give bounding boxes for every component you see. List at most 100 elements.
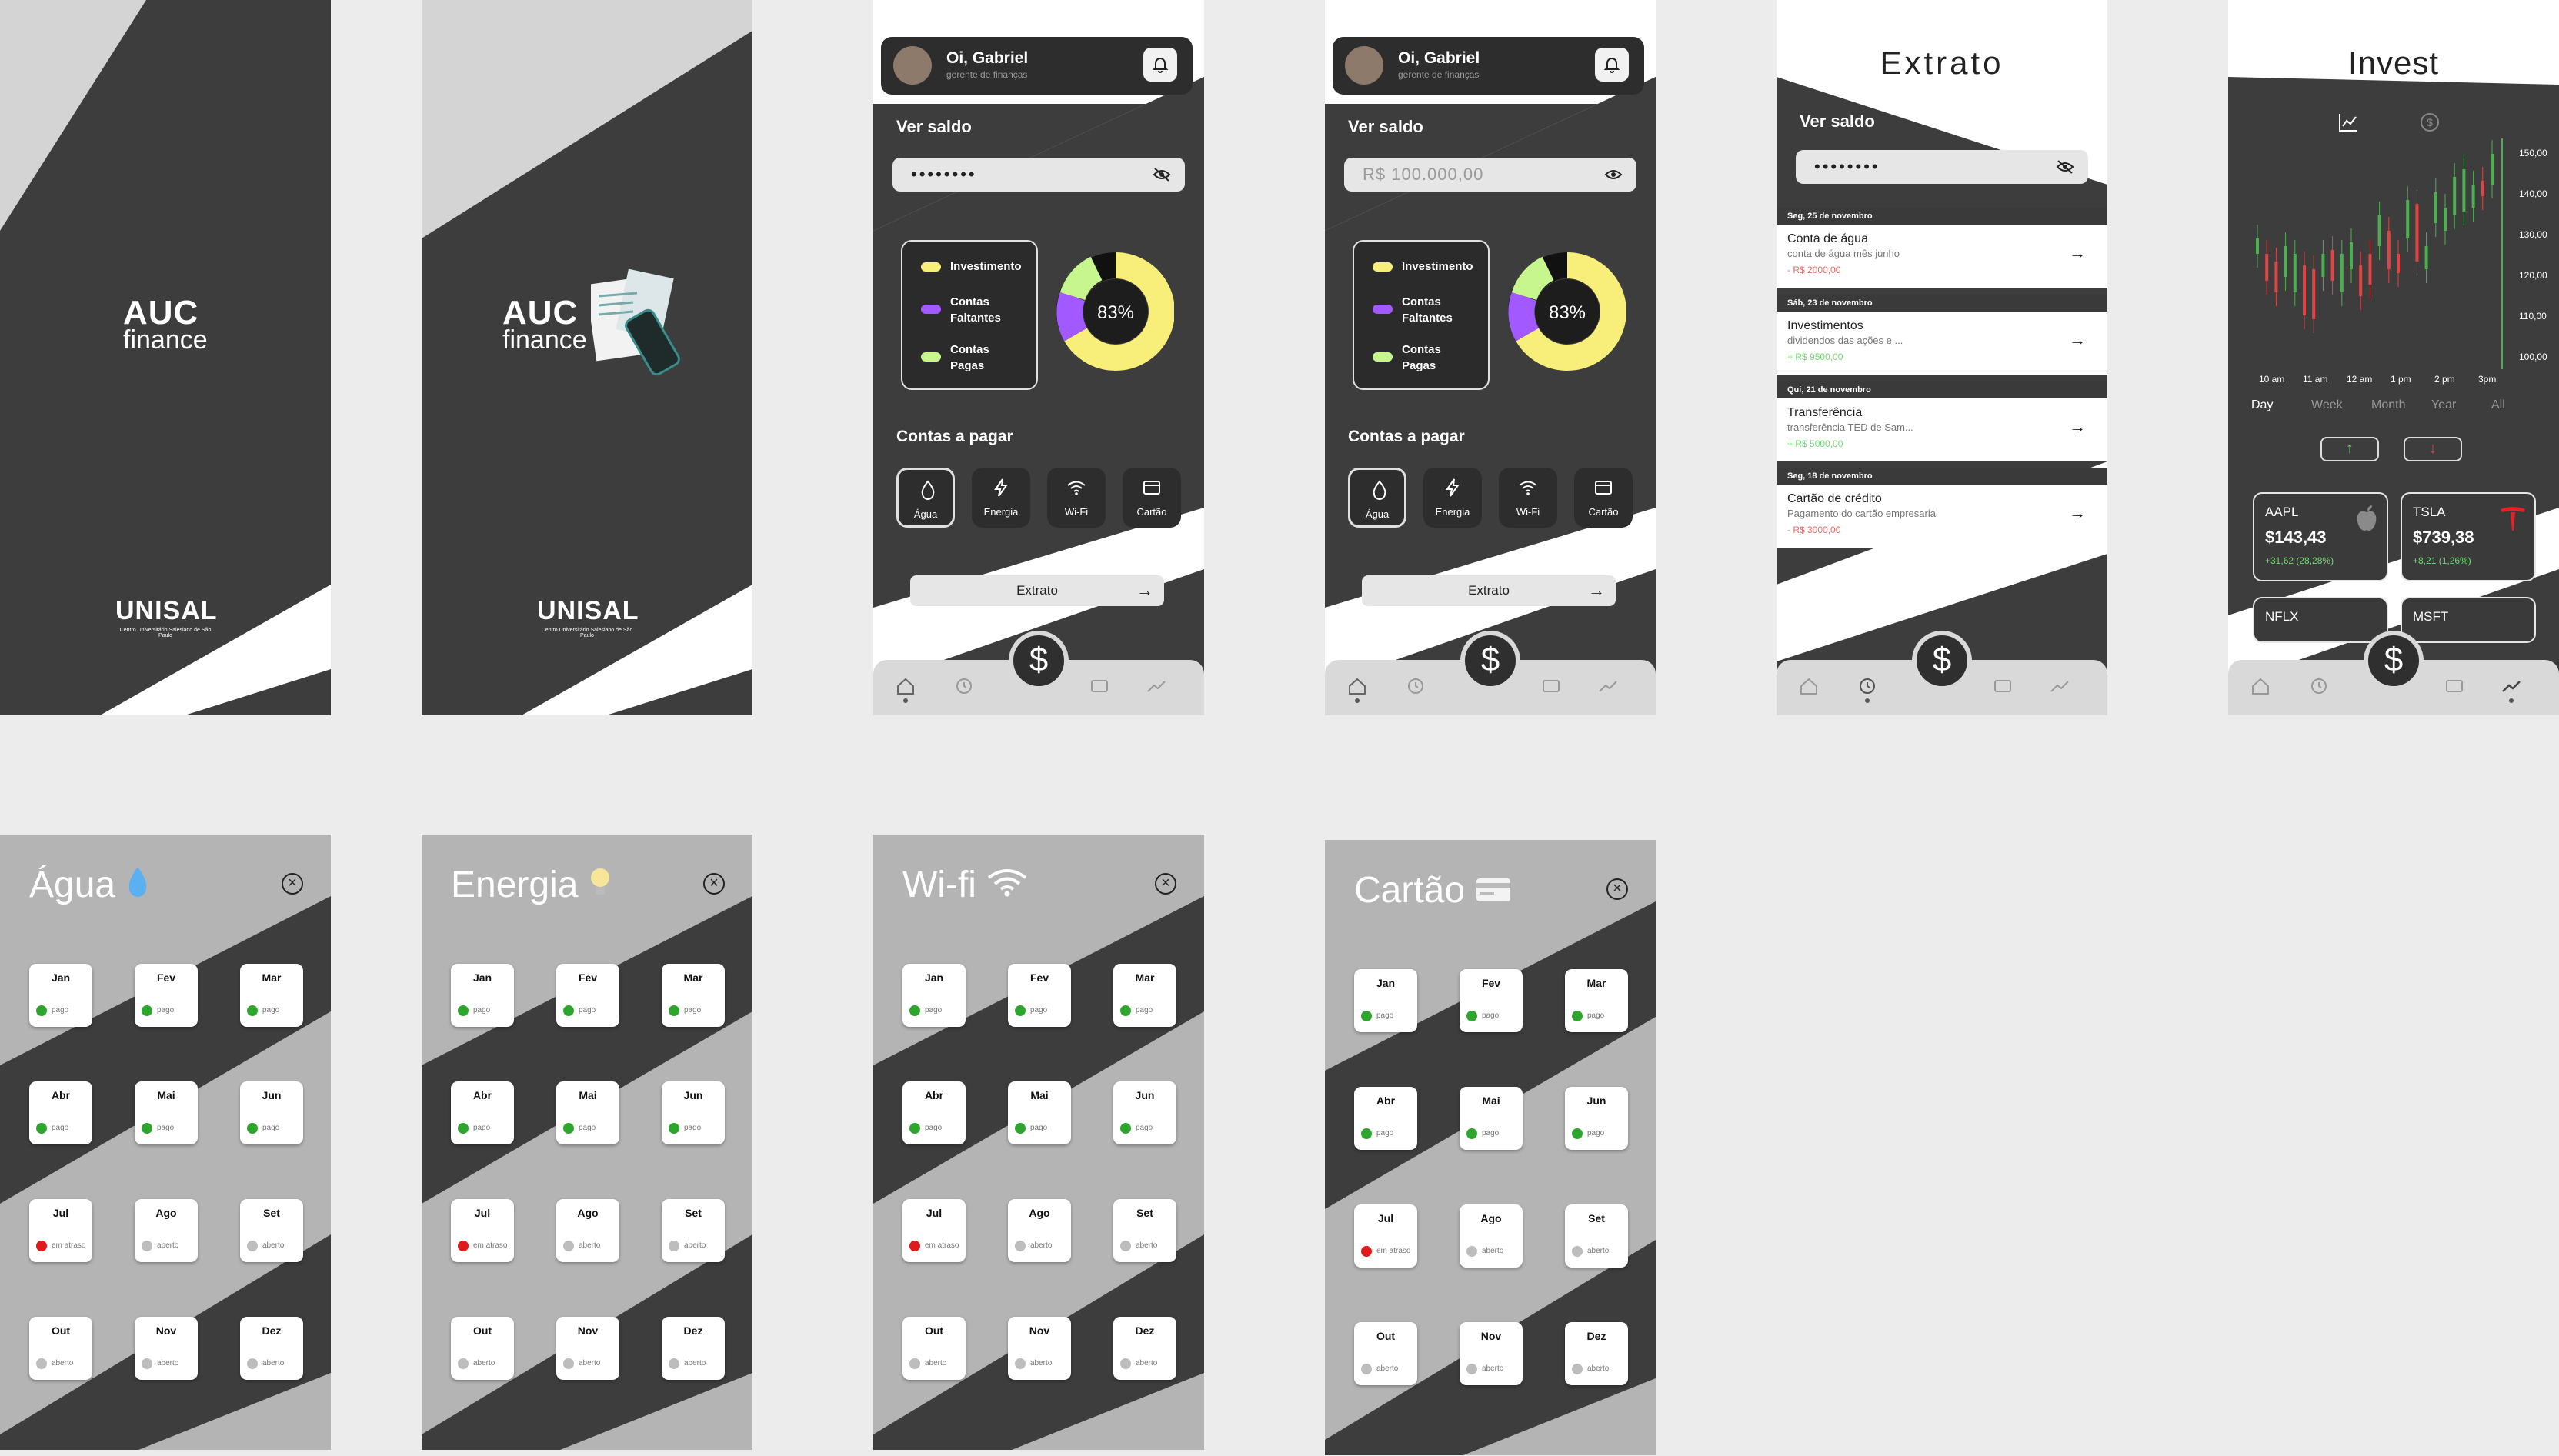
month-card-jun[interactable]: Jun pago — [1113, 1081, 1176, 1144]
balance-field[interactable]: •••••••• — [1796, 150, 2088, 184]
month-card-fev[interactable]: Fev pago — [135, 964, 198, 1027]
balance-field[interactable]: •••••••• — [892, 158, 1185, 192]
trend-icon[interactable] — [2047, 674, 2072, 698]
money-fab-button[interactable]: $ — [1912, 631, 1972, 691]
avatar[interactable] — [893, 46, 932, 85]
stock-card-nflx[interactable]: NFLX — [2253, 597, 2388, 643]
close-button[interactable]: × — [1606, 878, 1628, 900]
month-card-fev[interactable]: Fev pago — [1460, 969, 1523, 1032]
month-card-fev[interactable]: Fev pago — [556, 964, 619, 1027]
wallet-icon[interactable] — [1539, 674, 1563, 698]
month-card-mar[interactable]: Mar pago — [662, 964, 725, 1027]
history-icon[interactable] — [1855, 674, 1880, 698]
month-card-dez[interactable]: Dez aberto — [662, 1317, 725, 1380]
month-card-set[interactable]: Set aberto — [240, 1199, 303, 1262]
month-card-out[interactable]: Out aberto — [451, 1317, 514, 1380]
month-card-mar[interactable]: Mar pago — [1113, 964, 1176, 1027]
month-card-nov[interactable]: Nov aberto — [556, 1317, 619, 1380]
month-card-jul[interactable]: Jul em atraso — [29, 1199, 92, 1262]
month-card-jan[interactable]: Jan pago — [29, 964, 92, 1027]
close-button[interactable]: × — [703, 873, 725, 895]
month-card-out[interactable]: Out aberto — [902, 1317, 966, 1380]
trend-icon[interactable] — [1596, 674, 1620, 698]
month-card-out[interactable]: Out aberto — [29, 1317, 92, 1380]
month-card-ago[interactable]: Ago aberto — [135, 1199, 198, 1262]
month-card-ago[interactable]: Ago aberto — [556, 1199, 619, 1262]
month-card-out[interactable]: Out aberto — [1354, 1322, 1417, 1385]
timeframe-tab-day[interactable]: Day — [2251, 398, 2273, 412]
arrow-right-icon[interactable]: → — [2069, 330, 2086, 350]
timeframe-tab-all[interactable]: All — [2491, 398, 2505, 412]
month-card-jun[interactable]: Jun pago — [662, 1081, 725, 1144]
money-fab-button[interactable]: $ — [2364, 631, 2424, 691]
month-card-jul[interactable]: Jul em atraso — [1354, 1204, 1417, 1268]
month-card-mai[interactable]: Mai pago — [1008, 1081, 1071, 1144]
stock-card-msft[interactable]: MSFT — [2401, 597, 2536, 643]
month-card-jan[interactable]: Jan pago — [1354, 969, 1417, 1032]
home-icon[interactable] — [1345, 674, 1370, 698]
month-card-fev[interactable]: Fev pago — [1008, 964, 1071, 1027]
transaction-row[interactable]: Cartão de crédito Pagamento do cartão emp… — [1777, 485, 2107, 548]
eye-off-icon[interactable] — [1153, 167, 1171, 182]
month-card-dez[interactable]: Dez aberto — [1565, 1322, 1628, 1385]
statement-button[interactable]: Extrato → — [1362, 575, 1616, 606]
transaction-row[interactable]: Investimentos dividendos das ações e ... +… — [1777, 312, 2107, 375]
timeframe-tab-year[interactable]: Year — [2431, 398, 2456, 412]
bill-energia-button[interactable]: Energia — [1423, 468, 1482, 528]
month-card-set[interactable]: Set aberto — [1565, 1204, 1628, 1268]
month-card-nov[interactable]: Nov aberto — [135, 1317, 198, 1380]
stock-card-aapl[interactable]: AAPL $143,43 +31,62 (28,28%) — [2253, 492, 2388, 581]
notifications-button[interactable] — [1143, 48, 1177, 82]
arrow-right-icon[interactable]: → — [2069, 243, 2086, 263]
statement-button[interactable]: Extrato → — [910, 575, 1164, 606]
month-card-mai[interactable]: Mai pago — [135, 1081, 198, 1144]
arrow-right-icon[interactable]: → — [2069, 503, 2086, 523]
month-card-mar[interactable]: Mar pago — [1565, 969, 1628, 1032]
month-card-set[interactable]: Set aberto — [662, 1199, 725, 1262]
bill-cartao-button[interactable]: Cartão — [1574, 468, 1633, 528]
month-card-abr[interactable]: Abr pago — [451, 1081, 514, 1144]
history-icon[interactable] — [2307, 674, 2331, 698]
balance-field[interactable]: R$ 100.000,00 — [1344, 158, 1636, 192]
month-card-ago[interactable]: Ago aberto — [1008, 1199, 1071, 1262]
sell-button[interactable]: ↓ — [2404, 437, 2462, 461]
home-icon[interactable] — [893, 674, 918, 698]
eye-icon[interactable] — [1604, 167, 1623, 182]
bill-cartao-button[interactable]: Cartão — [1123, 468, 1181, 528]
buy-button[interactable]: ↑ — [2320, 437, 2379, 461]
month-card-mar[interactable]: Mar pago — [240, 964, 303, 1027]
month-card-jan[interactable]: Jan pago — [902, 964, 966, 1027]
month-card-abr[interactable]: Abr pago — [29, 1081, 92, 1144]
bill-energia-button[interactable]: Energia — [972, 468, 1030, 528]
month-card-dez[interactable]: Dez aberto — [1113, 1317, 1176, 1380]
close-button[interactable]: × — [282, 873, 303, 895]
transaction-row[interactable]: Conta de água conta de água mês junho - R$… — [1777, 225, 2107, 288]
money-fab-button[interactable]: $ — [1009, 631, 1069, 691]
timeframe-tab-month[interactable]: Month — [2371, 398, 2405, 412]
month-card-jul[interactable]: Jul em atraso — [451, 1199, 514, 1262]
wallet-icon[interactable] — [2442, 674, 2467, 698]
home-icon[interactable] — [1797, 674, 1821, 698]
bill-agua-button[interactable]: Água — [1348, 468, 1406, 528]
month-card-set[interactable]: Set aberto — [1113, 1199, 1176, 1262]
close-button[interactable]: × — [1155, 873, 1176, 895]
notifications-button[interactable] — [1595, 48, 1629, 82]
history-icon[interactable] — [1403, 674, 1428, 698]
bill-wifi-button[interactable]: Wi-Fi — [1047, 468, 1106, 528]
avatar[interactable] — [1345, 46, 1383, 85]
month-card-dez[interactable]: Dez aberto — [240, 1317, 303, 1380]
timeframe-tab-week[interactable]: Week — [2311, 398, 2343, 412]
arrow-right-icon[interactable]: → — [2069, 417, 2086, 437]
month-card-abr[interactable]: Abr pago — [1354, 1087, 1417, 1150]
history-icon[interactable] — [952, 674, 976, 698]
month-card-jun[interactable]: Jun pago — [1565, 1087, 1628, 1150]
line-chart-icon[interactable] — [2337, 112, 2359, 133]
money-fab-button[interactable]: $ — [1460, 631, 1520, 691]
trend-icon[interactable] — [1144, 674, 1169, 698]
eye-off-icon[interactable] — [2056, 159, 2074, 175]
month-card-ago[interactable]: Ago aberto — [1460, 1204, 1523, 1268]
month-card-jul[interactable]: Jul em atraso — [902, 1199, 966, 1262]
month-card-mai[interactable]: Mai pago — [556, 1081, 619, 1144]
month-card-nov[interactable]: Nov aberto — [1460, 1322, 1523, 1385]
month-card-abr[interactable]: Abr pago — [902, 1081, 966, 1144]
